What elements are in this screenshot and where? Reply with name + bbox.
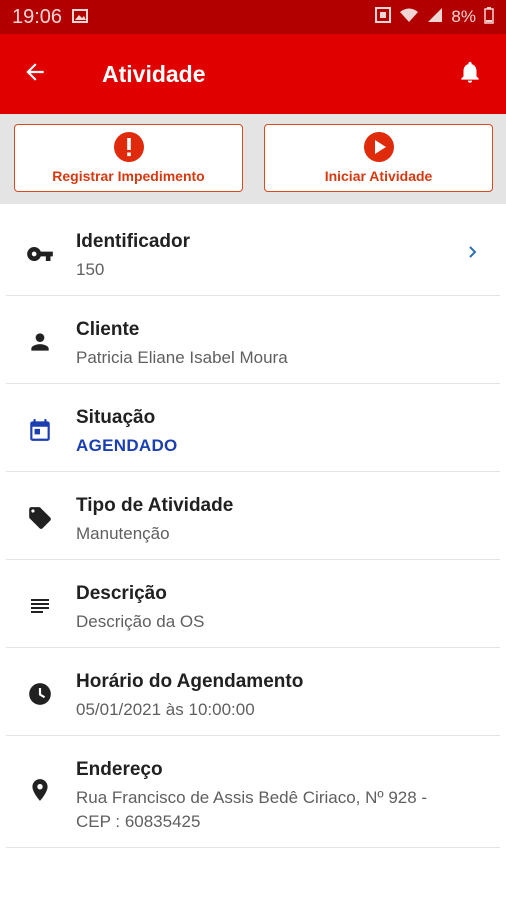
- start-activity-button[interactable]: Iniciar Atividade: [264, 124, 493, 192]
- key-icon: [26, 240, 54, 268]
- notes-icon: [26, 592, 54, 620]
- detail-value: Descrição da OS: [76, 612, 205, 631]
- clock-icon: [26, 680, 54, 708]
- detail-row-status: Situação AGENDADO: [6, 384, 500, 472]
- tag-icon: [26, 504, 54, 532]
- status-badge: AGENDADO: [76, 436, 178, 455]
- location-pin-icon: [26, 776, 54, 804]
- status-bar: 19:06 8%: [0, 0, 506, 34]
- detail-row-identifier[interactable]: Identificador 150: [6, 208, 500, 296]
- detail-label: Endereço: [76, 759, 163, 780]
- detail-label: Tipo de Atividade: [76, 495, 234, 516]
- play-icon: [363, 132, 394, 162]
- page-title: Atividade: [102, 60, 206, 87]
- start-activity-label: Iniciar Atividade: [324, 168, 433, 184]
- detail-row-client: Cliente Patricia Eliane Isabel Moura: [6, 296, 500, 384]
- status-time: 19:06: [12, 5, 63, 28]
- detail-value: Manutenção: [76, 524, 170, 543]
- calendar-icon: [26, 416, 54, 444]
- detail-row-description: Descrição Descrição da OS: [6, 560, 500, 648]
- detail-value: 150: [76, 260, 105, 279]
- register-impediment-label: Registrar Impedimento: [52, 168, 205, 184]
- person-icon: [26, 328, 54, 356]
- notifications-button[interactable]: [434, 34, 506, 114]
- back-button[interactable]: [0, 34, 70, 114]
- gallery-notification-icon: [72, 6, 89, 29]
- detail-label: Descrição: [76, 583, 167, 604]
- detail-row-activity-type: Tipo de Atividade Manutenção: [6, 472, 500, 560]
- battery-percent: 8%: [451, 7, 476, 26]
- detail-value: Patricia Eliane Isabel Moura: [76, 348, 288, 367]
- arrow-back-icon: [22, 59, 48, 90]
- detail-value: 05/01/2021 às 10:00:00: [76, 700, 255, 719]
- detail-row-schedule: Horário do Agendamento 05/01/2021 às 10:…: [6, 648, 500, 736]
- detail-row-address: Endereço Rua Francisco de Assis Bedê Cir…: [6, 736, 500, 848]
- signal-icon: [427, 7, 443, 28]
- action-bar: Registrar Impedimento Iniciar Atividade: [0, 114, 506, 204]
- alert-icon: [113, 132, 144, 162]
- nfc-icon: [375, 6, 392, 28]
- detail-value: Rua Francisco de Assis Bedê Ciriaco, Nº …: [76, 788, 428, 831]
- detail-label: Cliente: [76, 319, 140, 340]
- detail-label: Situação: [76, 407, 156, 428]
- activity-details-list: Identificador 150 Cliente Patricia Elian…: [0, 208, 506, 848]
- detail-label: Identificador: [76, 231, 191, 252]
- chevron-right-icon: [466, 244, 480, 260]
- bell-icon: [457, 58, 483, 91]
- detail-label: Horário do Agendamento: [76, 671, 304, 692]
- wifi-icon: [399, 7, 419, 28]
- register-impediment-button[interactable]: Registrar Impedimento: [14, 124, 243, 192]
- battery-icon: [484, 6, 494, 29]
- app-bar: Atividade: [0, 34, 506, 114]
